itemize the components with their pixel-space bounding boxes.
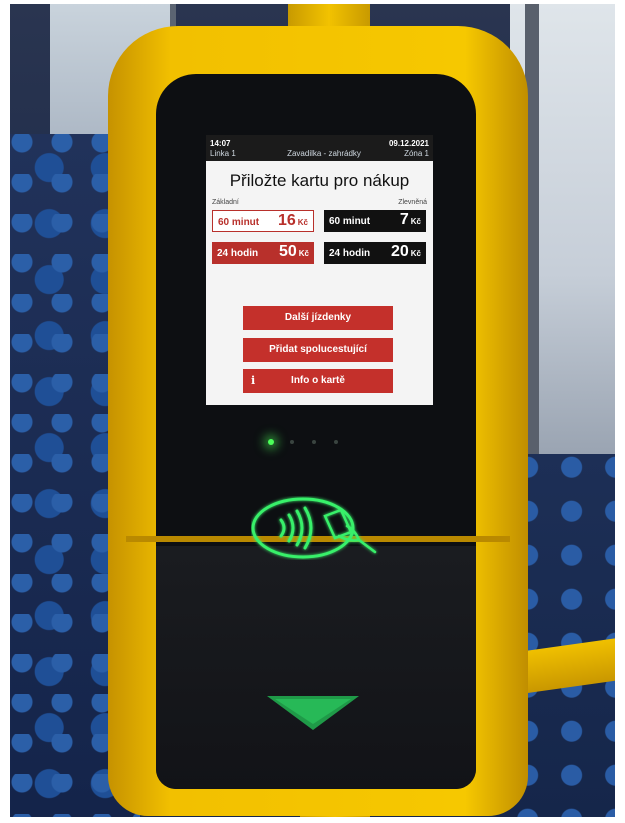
status-time: 14:07 <box>210 139 231 148</box>
card-info-label: Info o kartě <box>291 375 345 386</box>
purchase-prompt: Přiložte kartu pro nákup <box>229 171 410 190</box>
more-tickets-button[interactable]: Další jízdenky <box>243 306 393 330</box>
status-led <box>290 440 294 444</box>
add-companion-button[interactable]: Přidat spolucestující <box>243 338 393 362</box>
ticket-basic-60-minutes[interactable]: 60 minut 16 Kč <box>212 210 314 232</box>
status-led <box>312 440 316 444</box>
card-reader-panel <box>156 546 476 789</box>
category-reduced: Zlevněná <box>398 199 427 206</box>
ticket-price: 16 Kč <box>277 212 308 229</box>
contactless-card-icon[interactable] <box>251 496 383 560</box>
info-icon: i <box>251 374 256 387</box>
status-stop: Zavadilka - zahrádky <box>287 149 361 158</box>
status-date: 09.12.2021 <box>388 139 429 148</box>
ticket-price: 50 Kč <box>278 243 309 260</box>
ticket-price: 7 Kč <box>399 211 421 228</box>
ticket-duration: 24 hodin <box>217 248 259 259</box>
status-led <box>334 440 338 444</box>
category-basic: Základní <box>212 199 239 206</box>
ticket-price: 20 Kč <box>390 243 421 260</box>
ticket-duration: 24 hodin <box>329 248 371 259</box>
ticket-duration: 60 minut <box>329 216 371 227</box>
status-line: Linka 1 <box>210 149 236 158</box>
down-arrow-icon <box>265 694 361 732</box>
card-info-button[interactable]: i Info o kartě <box>243 369 393 393</box>
status-led-active <box>268 439 274 445</box>
status-zone: Zóna 1 <box>404 149 429 158</box>
photo: 14:07 Linka 1 Zavadilka - zahrádky 09.12… <box>10 4 615 817</box>
touch-screen[interactable]: 14:07 Linka 1 Zavadilka - zahrádky 09.12… <box>206 135 433 405</box>
ticket-duration: 60 minut <box>218 217 260 228</box>
status-bar: 14:07 Linka 1 Zavadilka - zahrádky 09.12… <box>206 135 433 161</box>
ticket-reduced-24-hours[interactable]: 24 hodin 20 Kč <box>324 242 426 264</box>
ticket-reduced-60-minutes[interactable]: 60 minut 7 Kč <box>324 210 426 232</box>
ticket-basic-24-hours[interactable]: 24 hodin 50 Kč <box>212 242 314 264</box>
